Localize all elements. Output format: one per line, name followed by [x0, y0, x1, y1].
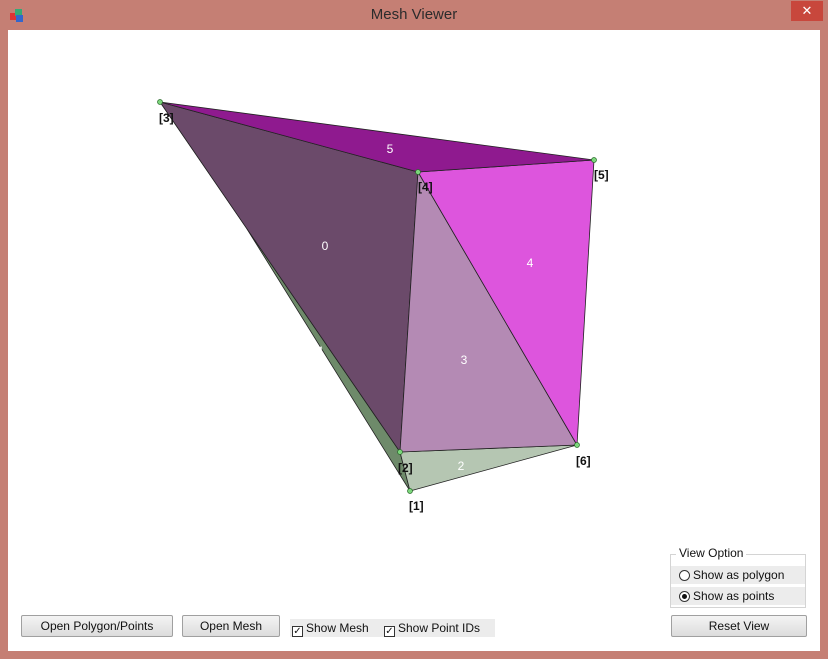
- open-polygon-points-button[interactable]: Open Polygon/Points: [21, 615, 173, 637]
- point-label-5: [5]: [594, 168, 609, 182]
- mesh-point-6[interactable]: [574, 442, 580, 448]
- mesh-point-2[interactable]: [397, 449, 403, 455]
- point-label-1: [1]: [409, 499, 424, 513]
- title-bar[interactable]: Mesh Viewer ✕: [0, 0, 828, 30]
- face-label-0: 0: [322, 239, 329, 253]
- face-label-5: 5: [387, 142, 394, 156]
- show-as-polygon-label: Show as polygon: [693, 568, 785, 582]
- show-point-ids-label: Show Point IDs: [398, 621, 481, 635]
- reset-view-button[interactable]: Reset View: [671, 615, 807, 637]
- face-label-4: 4: [527, 256, 534, 270]
- show-point-ids-check-icon[interactable]: ✓: [384, 626, 395, 637]
- point-label-2: [2]: [398, 461, 413, 475]
- show-mesh-label: Show Mesh: [306, 621, 369, 635]
- mesh-viewer-window: Mesh Viewer ✕ 0 1 2 3 4 5 [1] [2] [3] [4…: [0, 0, 828, 659]
- close-button[interactable]: ✕: [791, 1, 823, 21]
- point-label-4: [4]: [418, 180, 433, 194]
- show-point-ids-checkbox[interactable]: ✓ Show Point IDs: [382, 619, 495, 637]
- show-mesh-checkbox[interactable]: ✓ Show Mesh: [290, 619, 382, 637]
- view-option-title: View Option: [676, 546, 747, 560]
- face-label-1: 1: [318, 344, 325, 358]
- face-label-2: 2: [458, 459, 465, 473]
- radio-polygon-icon[interactable]: [679, 570, 690, 581]
- radio-points-icon[interactable]: [679, 591, 690, 602]
- show-as-points-label: Show as points: [693, 589, 775, 603]
- close-icon: ✕: [801, 3, 813, 18]
- show-as-points-option[interactable]: Show as points: [671, 587, 805, 605]
- point-label-3: [3]: [159, 111, 174, 125]
- open-mesh-button[interactable]: Open Mesh: [182, 615, 280, 637]
- mesh-viewport[interactable]: 0 1 2 3 4 5 [1] [2] [3] [4] [5] [6]: [8, 30, 820, 538]
- show-mesh-check-icon[interactable]: ✓: [292, 626, 303, 637]
- mesh-point-3[interactable]: [157, 99, 163, 105]
- face-label-3: 3: [461, 353, 468, 367]
- client-area: 0 1 2 3 4 5 [1] [2] [3] [4] [5] [6] Open…: [8, 30, 820, 651]
- mesh-point-1[interactable]: [407, 488, 413, 494]
- mesh-face-2: [399, 444, 578, 492]
- mesh-point-5[interactable]: [591, 157, 597, 163]
- show-as-polygon-option[interactable]: Show as polygon: [671, 566, 805, 584]
- window-title: Mesh Viewer: [370, 6, 458, 23]
- mesh-point-4[interactable]: [415, 169, 421, 175]
- point-label-6: [6]: [576, 454, 591, 468]
